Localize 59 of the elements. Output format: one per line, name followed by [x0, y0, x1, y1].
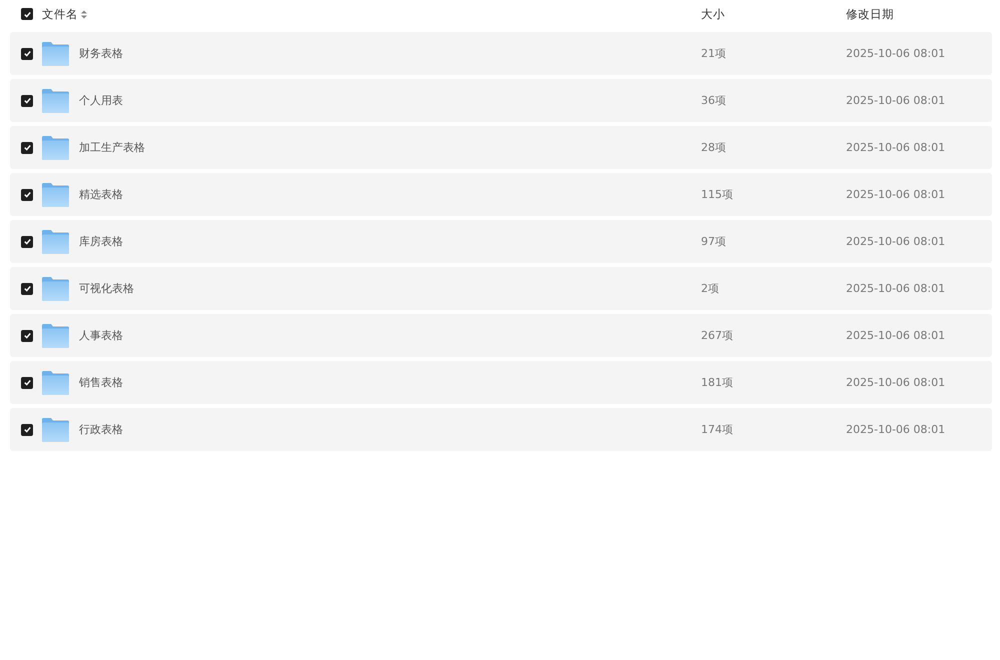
file-row[interactable]: 加工生产表格 28项 2025-10-06 08:01 — [10, 126, 992, 169]
modified-date: 2025-10-06 08:01 — [846, 329, 946, 342]
checkbox[interactable] — [21, 8, 33, 20]
column-header: 大小 — [701, 6, 726, 22]
modified-date: 2025-10-06 08:01 — [846, 282, 946, 295]
file-row[interactable]: 库房表格 97项 2025-10-06 08:01 — [10, 220, 992, 263]
column-header: 文件名 — [42, 6, 78, 22]
file-size: 28项 — [701, 140, 727, 155]
file-row[interactable]: 行政表格 174项 2025-10-06 08:01 — [10, 408, 992, 451]
file-row[interactable]: 个人用表 36项 2025-10-06 08:01 — [10, 79, 992, 122]
file-row[interactable]: 销售表格 181项 2025-10-06 08:01 — [10, 361, 992, 404]
modified-date: 2025-10-06 08:01 — [846, 376, 946, 389]
checkbox[interactable] — [21, 282, 33, 294]
checkbox[interactable] — [21, 424, 33, 436]
modified-date: 2025-10-06 08:01 — [846, 188, 946, 201]
checkbox[interactable] — [21, 188, 33, 200]
file-name: 个人用表 — [79, 93, 124, 108]
file-size: 181项 — [701, 375, 734, 390]
file-size: 21项 — [701, 46, 727, 61]
file-size: 267项 — [701, 328, 734, 343]
file-size: 36项 — [701, 93, 727, 108]
folder-icon — [42, 42, 69, 66]
modified-date: 2025-10-06 08:01 — [846, 141, 946, 154]
file-name: 可视化表格 — [79, 281, 135, 296]
modified-date: 2025-10-06 08:01 — [846, 94, 946, 107]
file-name: 精选表格 — [79, 187, 124, 202]
checkbox[interactable] — [21, 236, 33, 248]
folder-icon — [42, 324, 69, 348]
checkbox[interactable] — [21, 94, 33, 106]
file-row[interactable]: 人事表格 267项 2025-10-06 08:01 — [10, 314, 992, 357]
folder-icon — [42, 418, 69, 442]
column-header: 修改日期 — [846, 6, 895, 22]
checkbox[interactable] — [21, 48, 33, 60]
file-name: 库房表格 — [79, 234, 124, 249]
file-name: 加工生产表格 — [79, 140, 146, 155]
modified-date: 2025-10-06 08:01 — [846, 235, 946, 248]
file-row[interactable]: 可视化表格 2项 2025-10-06 08:01 — [10, 267, 992, 310]
file-size: 97项 — [701, 234, 727, 249]
folder-icon — [42, 182, 69, 206]
folder-icon — [42, 370, 69, 394]
folder-icon — [42, 276, 69, 300]
file-row[interactable]: 精选表格 115项 2025-10-06 08:01 — [10, 173, 992, 216]
file-name: 销售表格 — [79, 375, 124, 390]
file-name: 财务表格 — [79, 46, 124, 61]
checkbox[interactable] — [21, 142, 33, 154]
sort-icon[interactable] — [81, 10, 87, 18]
file-name: 人事表格 — [79, 328, 124, 343]
checkbox[interactable] — [21, 376, 33, 388]
checkbox[interactable] — [21, 330, 33, 342]
folder-icon — [42, 230, 69, 254]
modified-date: 2025-10-06 08:01 — [846, 47, 946, 60]
folder-icon — [42, 88, 69, 112]
file-size: 2项 — [701, 281, 720, 296]
modified-date: 2025-10-06 08:01 — [846, 423, 946, 436]
file-size: 174项 — [701, 422, 734, 437]
folder-icon — [42, 136, 69, 160]
file-size: 115项 — [701, 187, 734, 202]
file-row[interactable]: 财务表格 21项 2025-10-06 08:01 — [10, 32, 992, 75]
file-name: 行政表格 — [79, 422, 124, 437]
